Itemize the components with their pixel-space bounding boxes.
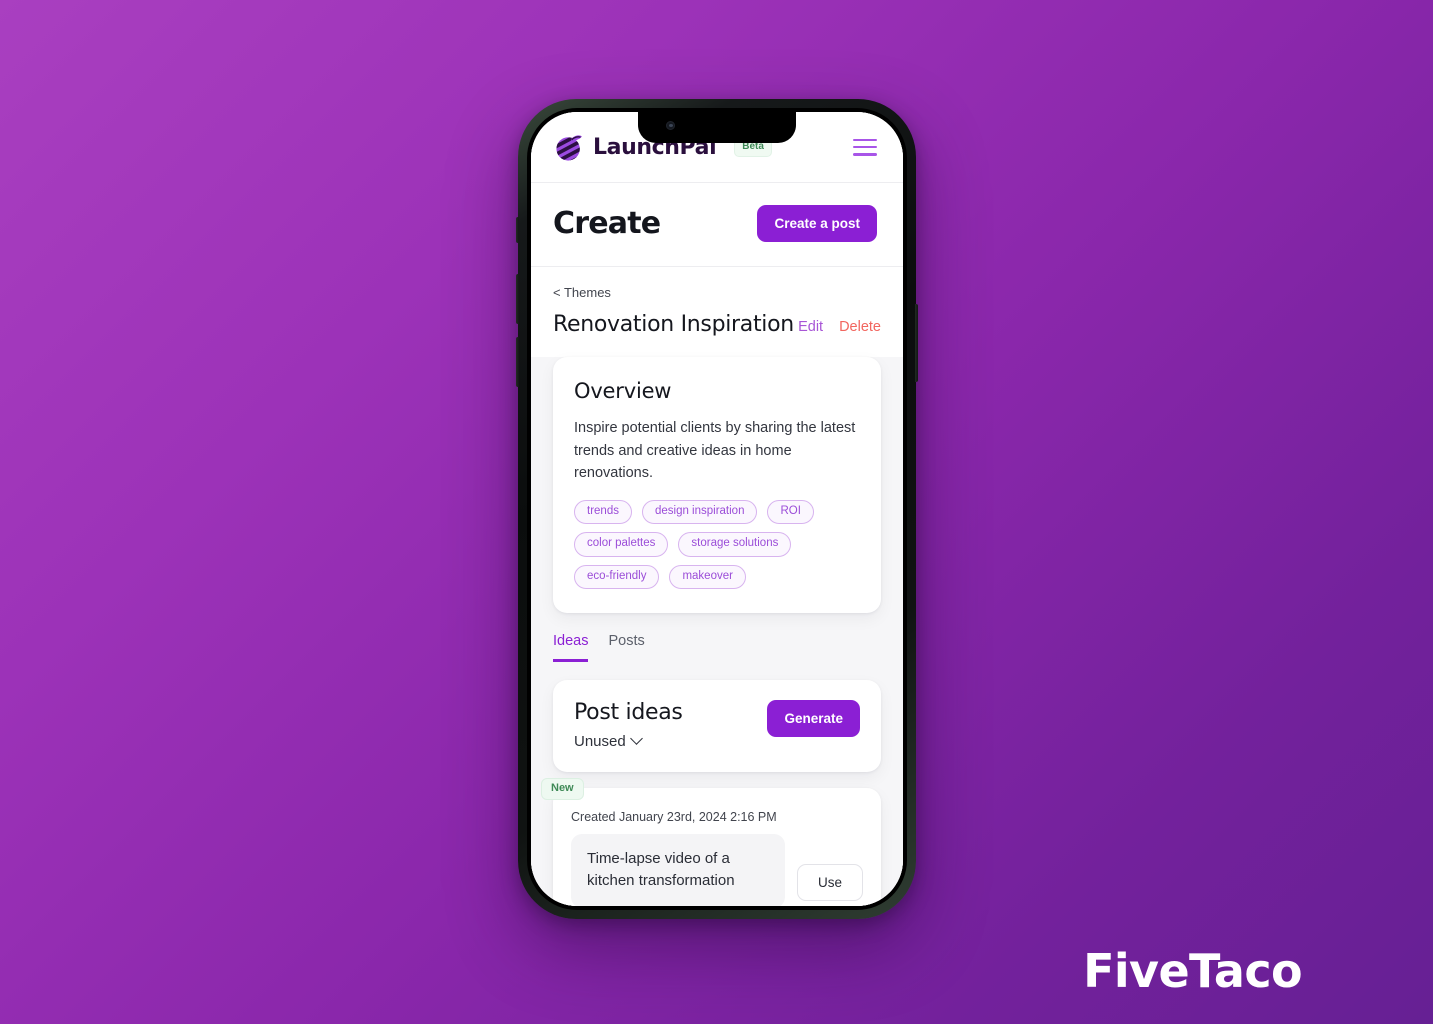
phone-power-button[interactable] [915,304,918,382]
theme-title: Renovation Inspiration [553,312,794,337]
hamburger-bar-2 [853,145,877,149]
phone-device-frame: LaunchPal Beta Create Create a post < Th… [516,99,918,919]
hamburger-menu-icon[interactable] [853,138,877,156]
post-idea-item-card: New Created January 23rd, 2024 2:16 PM T… [541,778,881,906]
content-tabs: Ideas Posts [531,613,903,663]
theme-tag[interactable]: ROI [767,499,814,525]
phone-bezel: LaunchPal Beta Create Create a post < Th… [527,108,907,910]
phone-screen: LaunchPal Beta Create Create a post < Th… [531,112,903,906]
hamburger-bar-3 [853,152,877,156]
theme-header-row: Renovation Inspiration Edit Delete [531,300,903,357]
theme-tag[interactable]: makeover [669,564,746,590]
phone-volume-up-button[interactable] [516,274,519,324]
theme-tag[interactable]: storage solutions [678,532,792,557]
idea-body-row: Time-lapse video of a kitchen transforma… [571,834,863,906]
new-badge: New [541,778,584,801]
theme-tag[interactable]: trends [574,499,632,525]
hamburger-bar-1 [853,138,877,142]
post-ideas-heading-group: Post ideas Unused [574,700,683,750]
theme-tag-list: trends design inspiration ROI color pale… [574,499,860,590]
ideas-filter-value: Unused [574,733,626,751]
idea-text: Time-lapse video of a kitchen transforma… [571,834,785,906]
overview-title: Overview [574,379,672,403]
ideas-filter-dropdown[interactable]: Unused [574,732,683,751]
scroll-content[interactable]: < Themes Renovation Inspiration Edit Del… [531,267,903,906]
delete-theme-link[interactable]: Delete [839,319,881,335]
edit-theme-link[interactable]: Edit [798,319,823,335]
post-ideas-panel: Post ideas Unused Generate [553,680,881,773]
theme-tag[interactable]: design inspiration [641,499,758,525]
phone-mute-switch[interactable] [516,217,519,243]
theme-actions: Edit Delete [798,319,881,335]
theme-tag[interactable]: eco-friendly [574,564,660,590]
front-camera-icon [666,121,675,130]
page-header: Create Create a post [531,183,903,267]
phone-volume-down-button[interactable] [516,337,519,387]
idea-created-timestamp: Created January 23rd, 2024 2:16 PM [571,810,777,825]
create-post-button[interactable]: Create a post [757,205,877,242]
use-idea-button[interactable]: Use [796,864,863,902]
theme-tag[interactable]: color palettes [574,532,669,557]
striped-sphere-logo-icon [556,134,582,161]
fivetaco-watermark: FiveTaco [1083,944,1303,998]
phone-notch [638,112,796,143]
generate-ideas-button[interactable]: Generate [767,700,860,738]
post-ideas-heading: Post ideas [574,700,683,726]
overview-card: Overview Inspire potential clients by sh… [553,357,881,614]
chevron-down-icon [629,732,643,746]
tab-posts[interactable]: Posts [608,633,644,662]
app-viewport: LaunchPal Beta Create Create a post < Th… [531,112,903,906]
breadcrumb-themes-link[interactable]: < Themes [531,267,903,300]
overview-description: Inspire potential clients by sharing the… [574,420,856,482]
tab-ideas[interactable]: Ideas [553,633,589,663]
page-title: Create [553,206,661,241]
